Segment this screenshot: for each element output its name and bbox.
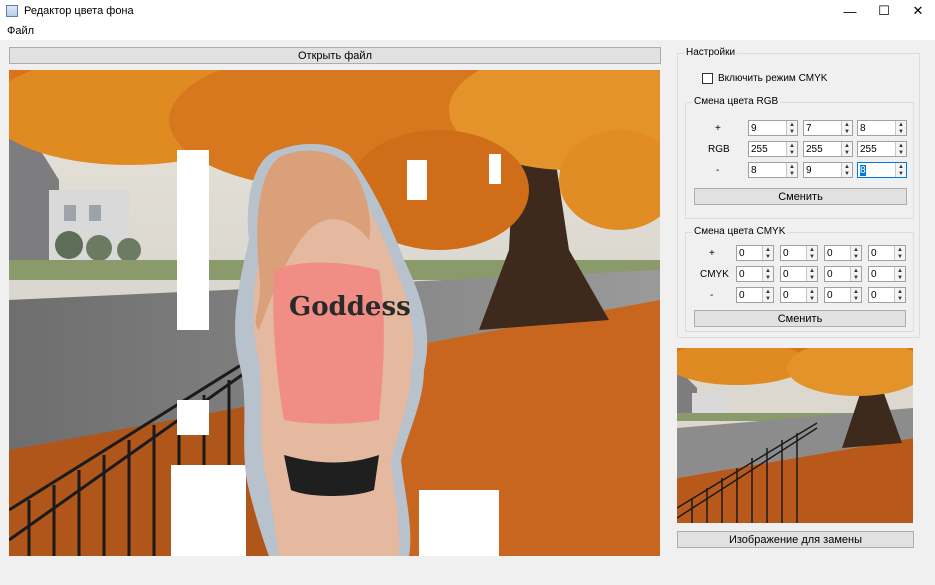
cmyk-plus-m[interactable]: 0 ▲ ▼: [780, 245, 818, 261]
rgb-base-r[interactable]: 255 ▲ ▼: [748, 141, 798, 157]
cmyk-base-c[interactable]: 0 ▲ ▼: [736, 266, 774, 282]
rgb-base-g[interactable]: 255 ▲ ▼: [803, 141, 853, 157]
close-icon: ✕: [912, 3, 924, 18]
app-icon: [6, 5, 18, 17]
open-file-button[interactable]: Открыть файл: [9, 47, 661, 64]
goddess-text: Goddess: [289, 292, 411, 322]
cmyk-minus-k[interactable]: 0 ▲ ▼: [868, 287, 906, 303]
rgb-base-b[interactable]: 255 ▲ ▼: [857, 141, 907, 157]
cmyk-plus-c[interactable]: 0 ▲ ▼: [736, 245, 774, 261]
replacement-image: [677, 348, 913, 523]
rgb-apply-button[interactable]: Сменить: [694, 188, 907, 205]
rgb-plus-b[interactable]: 8 ▲ ▼: [857, 120, 907, 136]
cmyk-base-m[interactable]: 0 ▲ ▼: [780, 266, 818, 282]
cmyk-base-y[interactable]: 0 ▲ ▼: [824, 266, 862, 282]
cmyk-minus-m[interactable]: 0 ▲ ▼: [780, 287, 818, 303]
cmyk-apply-button[interactable]: Сменить: [694, 310, 906, 327]
close-button[interactable]: ✕: [901, 0, 935, 22]
minimize-icon: —: [843, 3, 857, 19]
main-image: Goddess: [9, 70, 660, 556]
cmyk-plus-label: +: [709, 248, 715, 259]
maximize-icon: ☐: [878, 3, 890, 18]
cmyk-group: Смена цвета CMYK + CMYK - 0 ▲ ▼ 0 ▲ ▼ 0 ▲ ▼ 0 ▲…: [685, 226, 914, 332]
rgb-minus-g[interactable]: 9 ▲ ▼: [803, 162, 853, 178]
menu-bar: Файл: [0, 22, 935, 40]
rgb-minus-label: -: [716, 165, 720, 176]
title-bar: Редактор цвета фона — ☐ ✕: [0, 0, 935, 22]
settings-group: Настройки Включить режим CMYK Смена цвет…: [677, 47, 920, 338]
rgb-group-title: Смена цвета RGB: [692, 96, 781, 107]
settings-title: Настройки: [684, 47, 738, 58]
rgb-minus-r[interactable]: 8 ▲ ▼: [748, 162, 798, 178]
minimize-button[interactable]: —: [833, 0, 867, 22]
cmyk-minus-c[interactable]: 0 ▲ ▼: [736, 287, 774, 303]
rgb-plus-r[interactable]: 9 ▲ ▼: [748, 120, 798, 136]
window-title: Редактор цвета фона: [24, 5, 134, 17]
cmyk-minus-label: -: [710, 290, 714, 301]
cmyk-plus-y[interactable]: 0 ▲ ▼: [824, 245, 862, 261]
cmyk-checkbox-label: Включить режим CMYK: [718, 73, 828, 84]
rgb-label: RGB: [708, 144, 730, 155]
cmyk-plus-k[interactable]: 0 ▲ ▼: [868, 245, 906, 261]
menu-file[interactable]: Файл: [7, 25, 34, 37]
cmyk-base-k[interactable]: 0 ▲ ▼: [868, 266, 906, 282]
rgb-group: Смена цвета RGB + RGB - 9 ▲ ▼ 7 ▲ ▼ 8 ▲ ▼ 255 ▲…: [685, 96, 914, 219]
rgb-plus-label: +: [715, 123, 721, 134]
cmyk-label: CMYK: [700, 269, 729, 280]
replacement-image-button[interactable]: Изображение для замены: [677, 531, 914, 548]
maximize-button[interactable]: ☐: [867, 0, 901, 22]
cmyk-group-title: Смена цвета CMYK: [692, 226, 788, 237]
cmyk-minus-y[interactable]: 0 ▲ ▼: [824, 287, 862, 303]
rgb-plus-g[interactable]: 7 ▲ ▼: [803, 120, 853, 136]
rgb-minus-b[interactable]: 8 ▲ ▼: [857, 162, 907, 178]
cmyk-checkbox[interactable]: [702, 73, 713, 84]
